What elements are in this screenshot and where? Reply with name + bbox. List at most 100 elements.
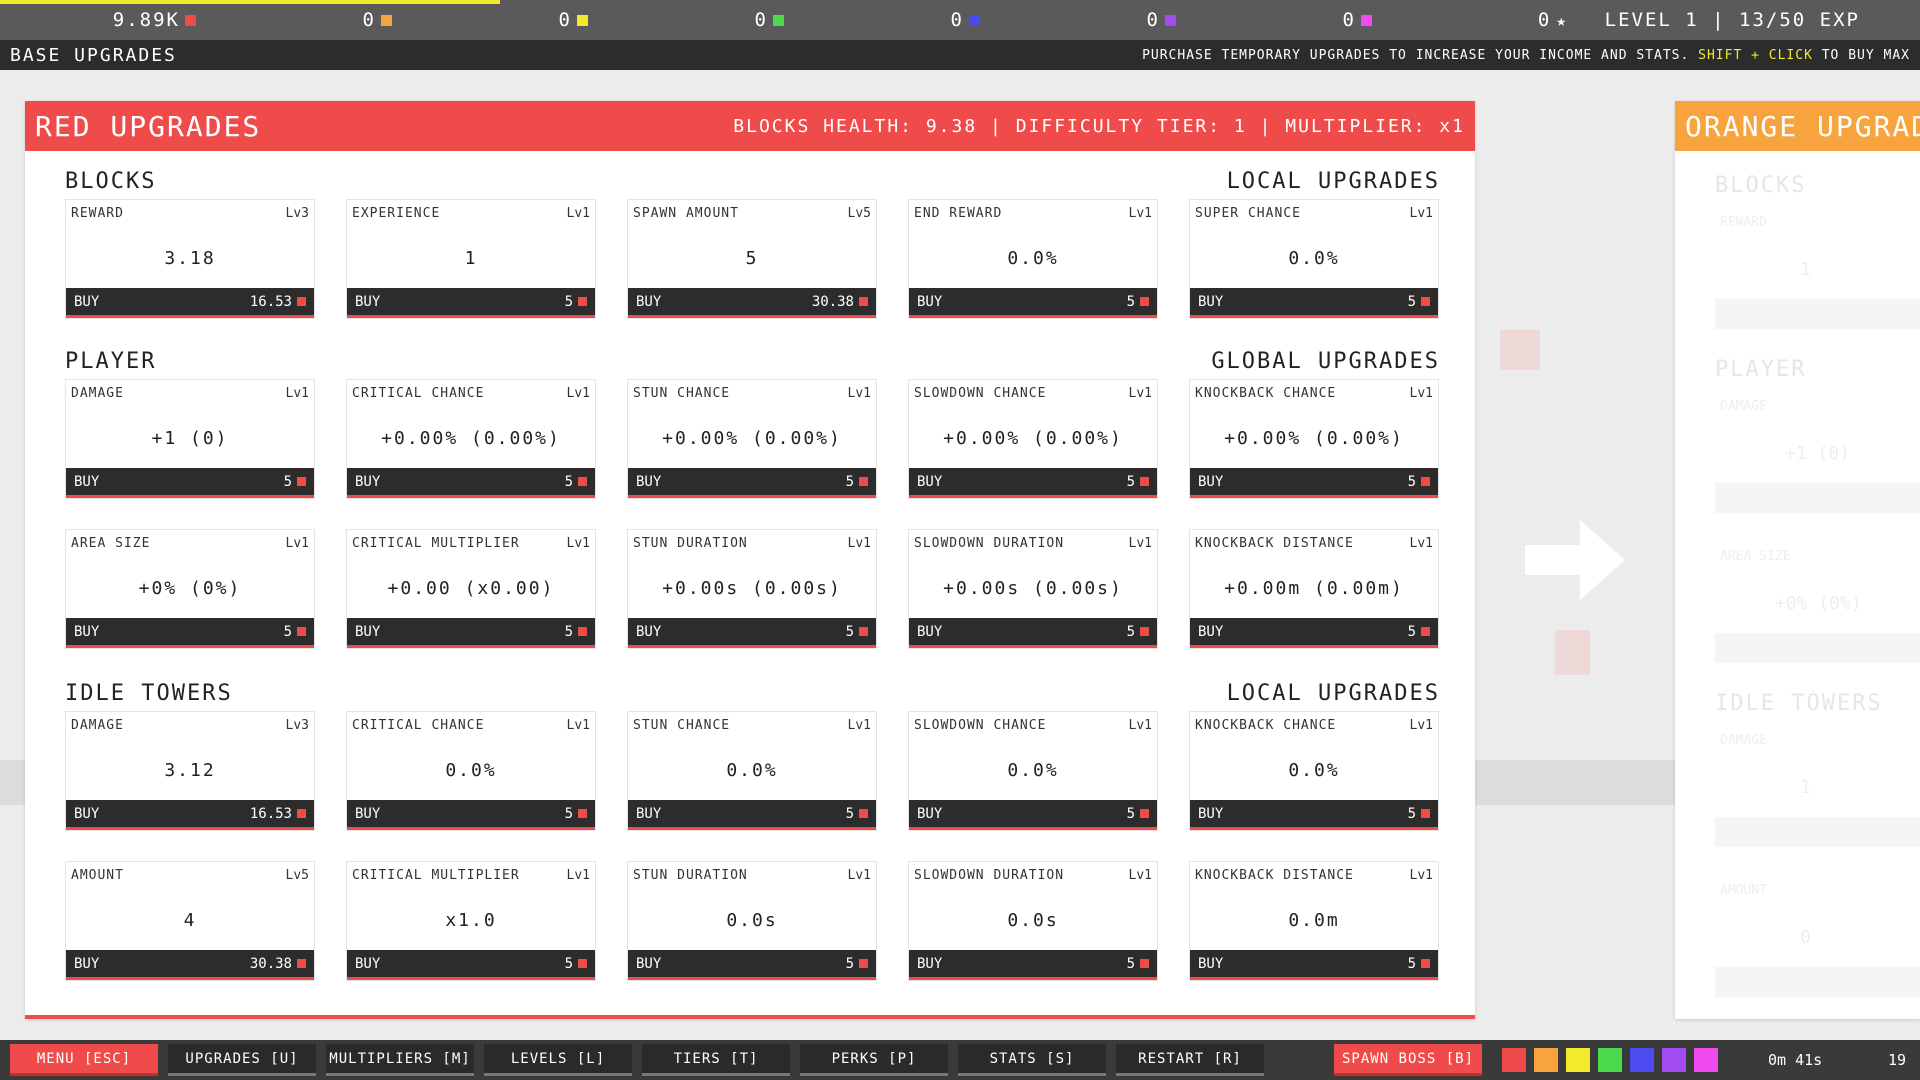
upgrade-level: Lv1 <box>566 206 590 221</box>
nav-button-tiers[interactable]: TIERS [T] <box>642 1044 790 1076</box>
color-swatch[interactable] <box>1598 1048 1622 1072</box>
upgrade-level: Lv1 <box>566 868 590 883</box>
buy-button[interactable]: BUY 5 <box>66 468 314 498</box>
upgrade-cost: 30.38 <box>812 294 868 310</box>
cost-value: 5 <box>1126 293 1135 310</box>
upgrade-cost: 5 <box>1408 624 1430 640</box>
upgrade-value: 3.12 <box>164 760 216 781</box>
red-currency-icon <box>859 809 868 818</box>
upgrade-name: SLOWDOWN DURATION <box>914 868 1065 883</box>
upgrade-level: Lv1 <box>1128 206 1152 221</box>
buy-button[interactable]: BUY 5 <box>1190 800 1438 830</box>
buy-label: BUY <box>355 293 381 310</box>
upgrade-cost: 16.53 <box>250 806 306 822</box>
nav-button-menu[interactable]: MENU [ESC] <box>10 1044 158 1076</box>
nav-button-perks[interactable]: PERKS [P] <box>800 1044 948 1076</box>
color-swatch[interactable] <box>1534 1048 1558 1072</box>
upgrade-cost: 5 <box>565 294 587 310</box>
resource-value: 0 <box>754 9 768 31</box>
ghost-label: AMOUNT <box>1720 883 1767 898</box>
color-swatch[interactable] <box>1694 1048 1718 1072</box>
upgrade-name: AMOUNT <box>71 868 124 883</box>
buy-button[interactable]: BUY 5 <box>347 618 595 648</box>
upgrade-level: Lv3 <box>285 718 309 733</box>
cost-value: 5 <box>564 805 573 822</box>
buy-button[interactable]: BUY 16.53 <box>66 288 314 318</box>
buy-button[interactable]: BUY 5 <box>909 288 1157 318</box>
buy-button[interactable]: BUY 5 <box>347 468 595 498</box>
upgrade-cost: 5 <box>1408 956 1430 972</box>
buy-button[interactable]: BUY 5 <box>1190 950 1438 980</box>
cost-value: 5 <box>1407 805 1416 822</box>
next-panel-arrow-icon[interactable] <box>1525 520 1625 600</box>
cost-value: 16.53 <box>249 293 292 310</box>
cost-value: 5 <box>1126 955 1135 972</box>
cost-value: 16.53 <box>249 805 292 822</box>
buy-button[interactable]: BUY 5 <box>909 468 1157 498</box>
upgrade-section: BLOCKS LOCAL UPGRADES REWARD Lv3 3.18 BUY 16.5… <box>65 169 1440 319</box>
upgrade-value: +0% (0%) <box>138 578 242 599</box>
section-scope: LOCAL UPGRADES <box>1226 681 1440 706</box>
buy-button[interactable]: BUY 5 <box>909 618 1157 648</box>
upgrade-cost: 5 <box>1127 806 1149 822</box>
buy-button[interactable]: BUY 5 <box>1190 288 1438 318</box>
section-title: PLAYER <box>65 349 157 374</box>
upgrade-value: 0.0s <box>726 910 778 931</box>
upgrade-value: 1 <box>464 248 478 269</box>
upgrade-value: +0.00% (0.00%) <box>943 428 1123 449</box>
upgrade-row: AMOUNT Lv5 4 BUY 30.38 CRITICAL MULTIPLIER Lv1… <box>65 861 1440 981</box>
upgrade-cost: 5 <box>846 474 868 490</box>
color-swatch[interactable] <box>1566 1048 1590 1072</box>
ghost-value: 0 <box>1800 927 1811 948</box>
nav-button-stats[interactable]: STATS [S] <box>958 1044 1106 1076</box>
resource-counter: 0 <box>392 9 588 31</box>
buy-button[interactable]: BUY 16.53 <box>66 800 314 830</box>
upgrade-name: DAMAGE <box>71 718 124 733</box>
red-currency-icon <box>1421 959 1430 968</box>
buy-button[interactable]: BUY 5 <box>628 950 876 980</box>
buy-button[interactable]: BUY 30.38 <box>66 950 314 980</box>
section-title: BLOCKS <box>65 169 157 194</box>
buy-button[interactable]: BUY 5 <box>1190 468 1438 498</box>
nav-button-levels[interactable]: LEVELS [L] <box>484 1044 632 1076</box>
screen-header: BASE UPGRADES PURCHASE TEMPORARY UPGRADE… <box>0 40 1920 70</box>
upgrade-name: SLOWDOWN DURATION <box>914 536 1065 551</box>
buy-button[interactable]: BUY 5 <box>628 618 876 648</box>
color-swatch[interactable] <box>1662 1048 1686 1072</box>
upgrade-level: Lv1 <box>1128 386 1152 401</box>
nav-button-multipliers[interactable]: MULTIPLIERS [M] <box>326 1044 474 1076</box>
upgrade-card: STUN DURATION Lv1 +0.00s (0.00s) BUY 5 <box>627 529 877 649</box>
upgrade-value: +0.00% (0.00%) <box>1224 428 1404 449</box>
upgrade-value: 0.0% <box>1288 248 1340 269</box>
buy-label: BUY <box>1198 623 1224 640</box>
buy-label: BUY <box>1198 473 1224 490</box>
buy-button[interactable]: BUY 5 <box>347 288 595 318</box>
upgrade-value: 0.0m <box>1288 910 1340 931</box>
upgrade-name: EXPERIENCE <box>352 206 441 221</box>
ghost-section-title: BLOCKS <box>1715 173 1807 198</box>
upgrade-value: 0.0% <box>1007 248 1059 269</box>
cost-value: 5 <box>845 955 854 972</box>
upgrade-card: KNOCKBACK DISTANCE Lv1 +0.00m (0.00m) BUY 5 <box>1189 529 1439 649</box>
nav-button-upgrades[interactable]: UPGRADES [U] <box>168 1044 316 1076</box>
buy-button[interactable]: BUY 30.38 <box>628 288 876 318</box>
cost-value: 30.38 <box>811 293 854 310</box>
nav-button-restart[interactable]: RESTART [R] <box>1116 1044 1264 1076</box>
buy-button[interactable]: BUY 5 <box>1190 618 1438 648</box>
buy-button[interactable]: BUY 5 <box>909 950 1157 980</box>
red-currency-icon <box>1140 627 1149 636</box>
buy-label: BUY <box>917 473 943 490</box>
buy-button[interactable]: BUY 5 <box>628 800 876 830</box>
color-swatch[interactable] <box>1502 1048 1526 1072</box>
upgrade-value: 0.0% <box>1288 760 1340 781</box>
spawn-boss-button[interactable]: SPAWN BOSS [B] <box>1334 1044 1482 1076</box>
color-swatch[interactable] <box>1630 1048 1654 1072</box>
upgrade-cost: 16.53 <box>250 294 306 310</box>
hint-text-end: TO BUY MAX <box>1812 47 1910 63</box>
counter: 19 <box>1888 1051 1907 1069</box>
buy-button[interactable]: BUY 5 <box>909 800 1157 830</box>
buy-button[interactable]: BUY 5 <box>347 800 595 830</box>
buy-button[interactable]: BUY 5 <box>628 468 876 498</box>
buy-button[interactable]: BUY 5 <box>66 618 314 648</box>
buy-button[interactable]: BUY 5 <box>347 950 595 980</box>
